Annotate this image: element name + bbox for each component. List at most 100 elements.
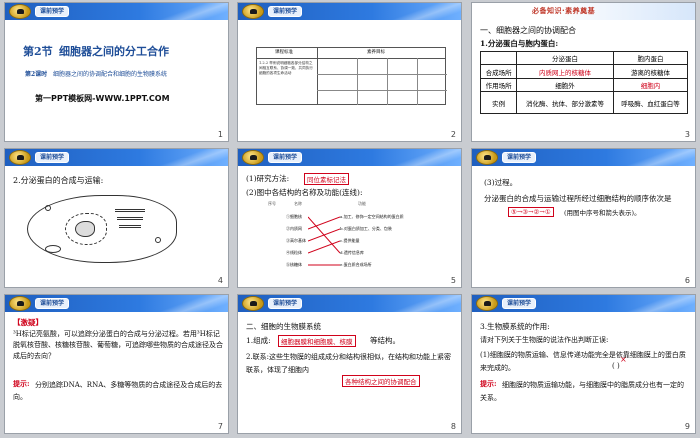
statement-text: (1)细胞膜的物质运输、信息传递功能完全是依靠细胞膜上的蛋白质来完成的。 <box>480 351 686 372</box>
table-cell: 消化酶、抗体、部分激素等 <box>516 91 614 114</box>
table-header-goal: 素养目标 <box>367 50 385 55</box>
section-label: 第2节 <box>23 45 53 58</box>
hint-text: 分别追踪DNA、RNA、多糖等物质的合成途径及合成后的去向。 <box>13 381 223 401</box>
left-label: ①细胞核 <box>286 214 302 219</box>
table-header-standard: 课程标准 <box>275 50 293 55</box>
page-number: 3 <box>684 130 690 139</box>
col-head: 名称 <box>294 201 302 206</box>
table-cell: 游离的核糖体 <box>612 64 689 79</box>
process-label: (3)过程。 <box>484 178 518 187</box>
standards-table: 课程标准 素养目标 1.2.2 举例说明细胞各部分结构之间相互联系、协调一致，共… <box>256 47 447 105</box>
slide-thumbnail-7[interactable]: 课前预学 【激疑】 ³H标记亮氨酸，可以追踪分泌蛋白的合成与分泌过程。若用³H标… <box>4 294 229 434</box>
doubt-tag: 【激疑】 <box>13 318 43 327</box>
process-answer: ⑤→③→②→① <box>508 207 554 217</box>
method-answer: 同位素标记法 <box>304 173 349 185</box>
method-label: (1)研究方法: <box>246 174 290 183</box>
slide-thumbnail-4[interactable]: 课前预学 2.分泌蛋白的合成与运输: 4 <box>4 148 229 288</box>
right-label: e.蛋白质合成场所 <box>340 262 372 267</box>
page-number: 2 <box>450 130 456 139</box>
table-cell: 作用场所 <box>479 78 518 92</box>
table-cell: 呼吸酶、血红蛋白等 <box>612 91 689 114</box>
composition-label: 1.组成: <box>246 336 271 345</box>
brand-tag: 课前预学 <box>268 298 303 309</box>
right-label: d.遗传信息库 <box>340 250 364 255</box>
left-label: ⑤核糖体 <box>286 262 302 267</box>
matching-lines <box>308 216 340 266</box>
section-heading: 一、细胞器之间的协调配合 <box>480 26 576 35</box>
school-logo-icon <box>242 4 264 19</box>
right-label: c.提供能量 <box>340 238 360 243</box>
page-number: 8 <box>450 422 456 431</box>
table-cell: 分泌蛋白 <box>516 51 614 65</box>
slide-thumbnail-8[interactable]: 课前预学 二、细胞的生物膜系统 1.组成: 细胞器膜和细胞膜、核膜 等结构。 2… <box>237 294 462 434</box>
connection-answer: 各种结构之间的协调配合 <box>342 375 420 387</box>
slide-thumbnail-6[interactable]: 课前预学 (3)过程。 分泌蛋白的合成与运输过程所经过细胞结构的顺序依次是 ⑤→… <box>471 148 696 288</box>
table-cell <box>479 51 518 65</box>
col-head: 功能 <box>358 201 366 206</box>
page-number: 4 <box>217 276 223 285</box>
left-label: ④线粒体 <box>286 250 302 255</box>
brand-tag: 课前预学 <box>35 152 70 163</box>
table-cell: 实例 <box>479 91 518 114</box>
brand-tag: 课前预学 <box>502 152 537 163</box>
table-cell: 合成场所 <box>479 64 518 79</box>
brand-tag: 课前预学 <box>268 152 303 163</box>
matching-instruction: (2)图中各结构的名称及功能(连线): <box>246 188 363 197</box>
lesson-label: 第2课时 <box>25 71 48 78</box>
doubt-body: ³H标记亮氨酸，可以追踪分泌蛋白的合成与分泌过程。若用³H标记脱氧核苷酸、核糖核… <box>13 330 223 360</box>
section-stamp: 必备知识·素养奠基 <box>532 7 596 15</box>
page-number: 5 <box>450 276 456 285</box>
answer-cell: 细胞内 <box>612 78 689 92</box>
slide-thumbnail-9[interactable]: 课前预学 3.生物膜系统的作用: 请对下列关于生物膜的说法作出判断正误: (1)… <box>471 294 696 434</box>
hint-text: 细胞膜的物质运输功能，与细胞膜中的脂质成分也有一定的关系。 <box>480 381 684 402</box>
school-logo-icon <box>9 4 31 19</box>
composition-suffix: 等结构。 <box>370 336 400 345</box>
school-logo-icon <box>9 150 31 165</box>
page-number: 9 <box>684 422 690 431</box>
section-heading: 二、细胞的生物膜系统 <box>246 322 321 331</box>
slide-header-bar: 必备知识·素养奠基 <box>472 3 695 20</box>
composition-answer: 细胞器膜和细胞膜、核膜 <box>278 335 356 347</box>
slide-heading: 2.分泌蛋白的合成与运输: <box>13 176 104 185</box>
table-cell: 细胞外 <box>516 78 614 92</box>
school-logo-icon <box>476 296 498 311</box>
school-logo-icon <box>476 150 498 165</box>
left-labels: ①细胞核 ②内质网 ③高尔基体 ④线粒体 ⑤核糖体 <box>286 211 306 271</box>
process-suffix: (用图中序号和箭头表示)。 <box>564 209 641 217</box>
left-label: ②内质网 <box>286 226 302 231</box>
page-number: 7 <box>217 422 223 431</box>
connection-text: 2.联系:这些生物膜的组成成分和结构很相似，在结构和功能上紧密联系，体现了细胞内 <box>246 353 452 374</box>
page-number: 6 <box>684 276 690 285</box>
slide-title: 细胞器之间的分工合作 <box>59 45 169 58</box>
answer-paren: ( ) <box>612 362 620 370</box>
slide-thumbnail-5[interactable]: 课前预学 (1)研究方法: 同位素标记法 (2)图中各结构的名称及功能(连线):… <box>237 148 462 288</box>
slide-sorter-grid: 课前预学 第2节 细胞器之间的分工合作 第2课时 细胞器之间的协调配合和细胞的生… <box>4 2 696 436</box>
judgement-instruction: 请对下列关于生物膜的说法作出判断正误: <box>480 336 609 344</box>
left-label: ③高尔基体 <box>286 238 306 243</box>
answer-cell: 内质网上的核糖体 <box>516 64 614 79</box>
slide-thumbnail-3[interactable]: 必备知识·素养奠基 一、细胞器之间的协调配合 1.分泌蛋白与胞内蛋白: 分泌蛋白… <box>471 2 696 142</box>
template-note: 第一PPT模板网-WWW.1PPT.COM <box>35 94 170 103</box>
school-logo-icon <box>242 296 264 311</box>
page-number: 1 <box>217 130 223 139</box>
standard-text: 1.2.2 举例说明细胞各部分结构之间相互联系、协调一致，共同执行细胞的各项生命… <box>259 61 313 75</box>
brand-tag: 课前预学 <box>35 6 70 17</box>
brand-tag: 课前预学 <box>35 298 70 309</box>
protein-table: 分泌蛋白 胞内蛋白 合成场所 内质网上的核糖体 游离的核糖体 作用场所 细胞外 … <box>479 51 689 114</box>
right-label: a.加工、修饰一定空间结构的蛋白质 <box>340 214 404 219</box>
table-cell: 胞内蛋白 <box>612 51 689 65</box>
wrong-mark-icon: × <box>620 355 627 364</box>
brand-tag: 课前预学 <box>268 6 303 17</box>
col-head: 序号 <box>268 201 276 206</box>
right-label: b.对蛋白质加工、分类、包装 <box>340 226 392 231</box>
sub-heading: 1.分泌蛋白与胞内蛋白: <box>480 39 559 48</box>
school-logo-icon <box>242 150 264 165</box>
brand-tag: 课前预学 <box>502 298 537 309</box>
slide-thumbnail-1[interactable]: 课前预学 第2节 细胞器之间的分工合作 第2课时 细胞器之间的协调配合和细胞的生… <box>4 2 229 142</box>
school-logo-icon <box>9 296 31 311</box>
process-question: 分泌蛋白的合成与运输过程所经过细胞结构的顺序依次是 <box>484 194 672 203</box>
slide-thumbnail-2[interactable]: 课前预学 课程标准 素养目标 1.2.2 举例说明细胞各部分结构之间相互联系、协… <box>237 2 462 142</box>
section-heading: 3.生物膜系统的作用: <box>480 322 550 331</box>
slide-subtitle: 细胞器之间的协调配合和细胞的生物膜系统 <box>53 71 168 78</box>
right-labels: a.加工、修饰一定空间结构的蛋白质 b.对蛋白质加工、分类、包装 c.提供能量 … <box>340 211 404 271</box>
